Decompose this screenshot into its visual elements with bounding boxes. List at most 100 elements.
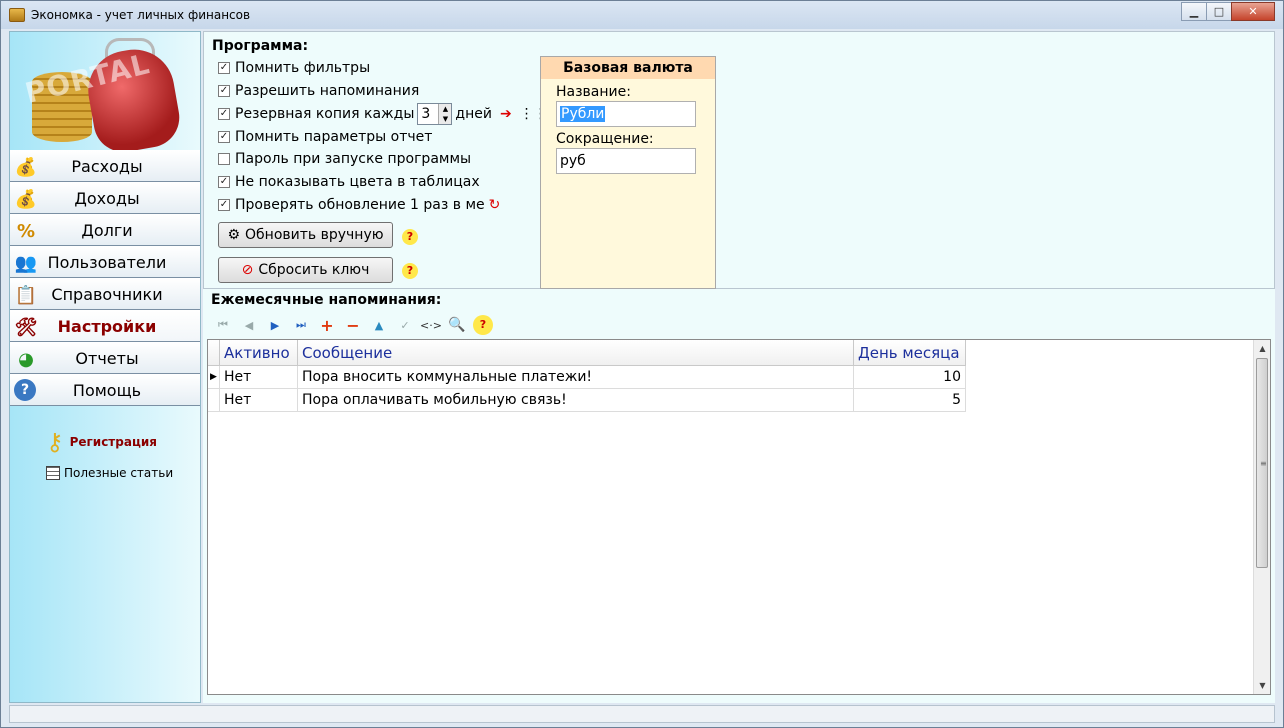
registration-link[interactable]: ⚷ Регистрация — [46, 428, 157, 456]
articles-label: Полезные статьи — [64, 466, 174, 480]
column-header-active[interactable]: Активно — [220, 340, 298, 366]
help-icon[interactable]: ? — [402, 229, 418, 245]
next-record-icon[interactable]: ▶ — [265, 315, 285, 335]
sidebar-item-label: Справочники — [51, 284, 163, 304]
backup-days-value[interactable]: 3 — [418, 106, 438, 122]
stepper-up-icon[interactable]: ▲ — [439, 104, 452, 114]
scroll-up-icon[interactable]: ▲ — [1254, 340, 1271, 357]
reset-key-icon: ⊘ — [241, 262, 254, 278]
currency-name-label: Название: — [556, 84, 631, 100]
stepper-down-icon[interactable]: ▼ — [439, 114, 452, 124]
checkbox[interactable] — [218, 153, 230, 165]
sidebar-item-label: Долги — [81, 220, 133, 240]
row-indicator — [208, 389, 220, 412]
tools-icon: 🛠 — [14, 316, 38, 338]
help-icon[interactable]: ? — [473, 315, 493, 335]
delete-record-icon[interactable]: − — [343, 315, 363, 335]
window-title: Экономка - учет личных финансов — [31, 8, 251, 22]
update-check-icon[interactable]: ↻ — [489, 197, 501, 213]
income-coins-icon: 💰 — [14, 188, 38, 210]
option-hide-table-colors[interactable]: ✓ Не показывать цвета в таблицах — [218, 174, 480, 190]
sidebar-item-label: Помощь — [72, 380, 142, 400]
last-record-icon[interactable]: ⏭ — [291, 315, 311, 335]
maximize-button[interactable]: □ — [1206, 2, 1232, 21]
checkbox[interactable]: ✓ — [218, 62, 230, 74]
sidebar-item-debts[interactable]: % Долги — [10, 214, 200, 246]
reminders-grid: Активно Сообщение День месяца ▶ Нет Пора… — [207, 339, 1271, 695]
update-manually-button[interactable]: ⚙ Обновить вручную — [218, 222, 393, 248]
checkbox[interactable]: ✓ — [218, 131, 230, 143]
checkbox[interactable]: ✓ — [218, 85, 230, 97]
option-label: Помнить фильтры — [235, 60, 371, 76]
base-currency-panel: Базовая валюта Название: Рубли Сокращени… — [540, 56, 716, 289]
status-bar — [9, 705, 1275, 723]
backup-run-icon[interactable]: ➔ — [500, 106, 512, 122]
sidebar-item-settings[interactable]: 🛠 Настройки — [10, 310, 200, 342]
add-record-icon[interactable]: + — [317, 315, 337, 335]
sidebar-item-help[interactable]: ? Помощь — [10, 374, 200, 406]
logo-wallet-image: PORTAL — [10, 32, 200, 150]
option-label: Разрешить напоминания — [235, 83, 420, 99]
checkbox[interactable]: ✓ — [218, 176, 230, 188]
currency-abbr-input[interactable]: руб — [556, 148, 696, 174]
app-wallet-icon — [9, 8, 25, 22]
table-row[interactable]: Нет Пора оплачивать мобильную связь! 5 — [208, 389, 966, 412]
checkbox[interactable]: ✓ — [218, 108, 230, 120]
option-allow-reminders[interactable]: ✓ Разрешить напоминания — [218, 83, 419, 99]
minimize-button[interactable]: ▁ — [1181, 2, 1207, 21]
backup-days-stepper[interactable]: 3 ▲ ▼ — [417, 103, 453, 125]
help-icon[interactable]: ? — [402, 263, 418, 279]
option-remember-report-params[interactable]: ✓ Помнить параметры отчет — [218, 129, 432, 145]
table-row[interactable]: ▶ Нет Пора вносить коммунальные платежи!… — [208, 366, 966, 389]
cell-message[interactable]: Пора вносить коммунальные платежи! — [298, 366, 854, 389]
edit-record-icon[interactable]: ▲ — [369, 315, 389, 335]
option-label: Резервная копия кажды — [235, 106, 415, 122]
option-startup-password[interactable]: Пароль при запуске программы — [218, 151, 471, 167]
reset-key-button[interactable]: ⊘ Сбросить ключ — [218, 257, 393, 283]
prev-record-icon[interactable]: ◀ — [239, 315, 259, 335]
reset-button-label: Сбросить ключ — [258, 262, 370, 278]
sidebar-item-reports[interactable]: ◕ Отчеты — [10, 342, 200, 374]
column-header-message[interactable]: Сообщение — [298, 340, 854, 366]
sidebar-item-expenses[interactable]: 💰 Расходы — [10, 150, 200, 182]
program-section-title: Программа: — [212, 38, 309, 54]
reminders-toolbar: ⏮ ◀ ▶ ⏭ + − ▲ ✓ <·> 🔍 ? — [213, 315, 499, 335]
cell-day[interactable]: 10 — [854, 366, 966, 389]
users-icon: 👥 — [14, 252, 38, 274]
sidebar-item-users[interactable]: 👥 Пользователи — [10, 246, 200, 278]
scroll-down-icon[interactable]: ▼ — [1254, 677, 1271, 694]
pie-chart-icon: ◕ — [18, 348, 34, 370]
articles-link[interactable]: Полезные статьи — [46, 466, 173, 480]
sidebar-item-label: Отчеты — [75, 348, 139, 368]
base-currency-title: Базовая валюта — [541, 57, 715, 79]
first-record-icon[interactable]: ⏮ — [213, 315, 233, 335]
post-record-icon[interactable]: ✓ — [395, 315, 415, 335]
currency-name-input[interactable]: Рубли — [556, 101, 696, 127]
stepper-buttons: ▲ ▼ — [438, 104, 452, 124]
option-backup[interactable]: ✓ Резервная копия кажды 3 ▲ ▼ дней ➔ ⋮⋮ — [218, 103, 548, 125]
sidebar-item-label: Доходы — [74, 188, 140, 208]
scroll-thumb[interactable]: ≡ — [1256, 358, 1268, 568]
sidebar-item-income[interactable]: 💰 Доходы — [10, 182, 200, 214]
cell-active[interactable]: Нет — [220, 389, 298, 412]
current-row-arrow-icon: ▶ — [208, 366, 220, 389]
grid-header: Активно Сообщение День месяца — [208, 340, 966, 366]
option-remember-filters[interactable]: ✓ Помнить фильтры — [218, 60, 370, 76]
search-icon[interactable]: 🔍 — [447, 315, 467, 335]
cell-day[interactable]: 5 — [854, 389, 966, 412]
network-update-icon: ⚙ — [227, 227, 241, 243]
sidebar-item-references[interactable]: 📋 Справочники — [10, 278, 200, 310]
currency-name-value: Рубли — [560, 106, 606, 122]
reminders-section-title: Ежемесячные напоминания: — [211, 292, 442, 308]
cell-message[interactable]: Пора оплачивать мобильную связь! — [298, 389, 854, 412]
checkbox[interactable]: ✓ — [218, 199, 230, 211]
keys-icon: ⚷ — [46, 428, 64, 456]
close-button[interactable]: ✕ — [1231, 2, 1275, 21]
grid-vertical-scrollbar[interactable]: ▲ ≡ ▼ — [1253, 340, 1270, 694]
window-controls: ▁ □ ✕ — [1181, 2, 1275, 21]
title-bar: Экономка - учет личных финансов ▁ □ ✕ — [1, 1, 1283, 29]
cell-active[interactable]: Нет — [220, 366, 298, 389]
column-header-day[interactable]: День месяца — [854, 340, 966, 366]
refresh-record-icon[interactable]: <·> — [420, 315, 442, 335]
option-check-updates[interactable]: ✓ Проверять обновление 1 раз в ме ↻ — [218, 197, 500, 213]
